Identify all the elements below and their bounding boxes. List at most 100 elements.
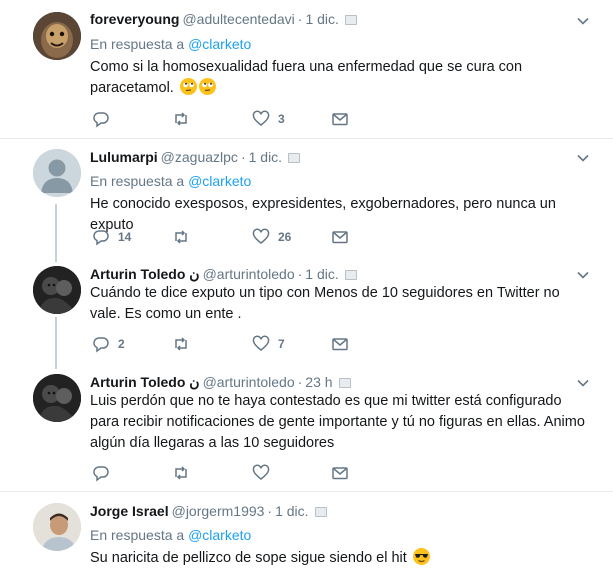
chevron-down-icon[interactable] (576, 14, 590, 28)
retweet-icon (175, 230, 187, 244)
translate-icon (314, 507, 327, 517)
user-handle[interactable]: @arturintoledo (203, 266, 295, 282)
chevron-down-icon[interactable] (576, 376, 590, 390)
message-icon (332, 231, 348, 244)
retweet-button[interactable] (172, 463, 198, 483)
like-count: 3 (278, 112, 285, 126)
direct-message-button[interactable] (331, 109, 349, 129)
like-button[interactable] (252, 463, 278, 483)
avatar[interactable] (33, 503, 81, 551)
tweet-text-content: Su naricita de pellizco de sope sigue si… (90, 550, 407, 566)
separator-dot: · (297, 374, 303, 390)
reply-button[interactable]: 2 (92, 334, 125, 354)
avatar[interactable] (33, 12, 81, 60)
tweet-text: Como si la homosexualidad fuera una enfe… (90, 57, 600, 99)
retweet-button[interactable] (172, 227, 198, 247)
display-name[interactable]: Arturin Toledo ن (90, 374, 200, 390)
reply-context: En respuesta a @clarketo (90, 35, 251, 53)
direct-message-button[interactable] (331, 463, 349, 483)
timestamp[interactable]: 1 dic. (249, 149, 282, 165)
tweet-actions: 2 7 (90, 334, 390, 354)
timestamp[interactable]: 23 h (305, 374, 332, 390)
rolling-eyes-emoji (179, 78, 197, 95)
direct-message-button[interactable] (331, 334, 349, 354)
translate-icon (288, 153, 301, 163)
reply-icon (93, 112, 109, 128)
chevron-down-icon[interactable] (576, 151, 590, 165)
reply-prefix: En respuesta a (90, 36, 185, 52)
display-name[interactable]: Arturin Toledo ن (90, 266, 200, 282)
retweet-icon (175, 337, 187, 351)
display-name[interactable]: Lulumarpi (90, 149, 158, 165)
reply-to-link[interactable]: @clarketo (188, 173, 251, 189)
message-icon (332, 113, 348, 126)
avatar[interactable] (33, 374, 81, 422)
user-handle[interactable]: @adultecentedavi (182, 11, 294, 27)
sunglasses-emoji (412, 548, 430, 565)
avatar[interactable] (33, 266, 81, 314)
reply-to-link[interactable]: @clarketo (188, 527, 251, 543)
like-button[interactable]: 3 (252, 109, 285, 129)
timestamp[interactable]: 1 dic. (305, 266, 338, 282)
reply-count: 2 (118, 337, 125, 351)
tweet-header: Arturin Toledo ن @arturintoledo · 23 h (90, 373, 351, 391)
reply-button[interactable] (92, 463, 118, 483)
tweet-text: Luis perdón que no te haya contestado es… (90, 391, 590, 454)
reply-icon (93, 466, 109, 482)
reply-button[interactable] (92, 109, 118, 129)
translate-icon (344, 15, 357, 25)
retweet-icon (175, 466, 187, 480)
reply-count: 14 (118, 230, 132, 244)
avatar[interactable] (33, 149, 81, 197)
tweet-3: Arturin Toledo ن @arturintoledo · 1 dic. Cu… (0, 259, 613, 369)
separator-dot: · (297, 11, 303, 27)
reply-button[interactable]: 14 (92, 227, 131, 247)
timestamp[interactable]: 1 dic. (305, 11, 338, 27)
chevron-down-icon[interactable] (576, 268, 590, 282)
tweet-actions: 3 (90, 109, 390, 129)
tweet-header: Jorge Israel @jorgerm1993 · 1 dic. (90, 502, 327, 520)
rolling-eyes-emoji (198, 78, 216, 95)
retweet-button[interactable] (172, 334, 198, 354)
tweet-2: Lulumarpi @zaguazlpc · 1 dic. En respuesta … (0, 139, 613, 259)
like-count: 26 (278, 230, 292, 244)
message-icon (332, 338, 348, 351)
tweet-actions: 14 26 (90, 227, 390, 247)
tweet-text: Su naricita de pellizco de sope sigue si… (90, 548, 600, 569)
direct-message-button[interactable] (331, 227, 349, 247)
like-icon (252, 110, 270, 126)
message-icon (332, 467, 348, 480)
like-button[interactable]: 7 (252, 334, 285, 354)
reply-context: En respuesta a @clarketo (90, 172, 251, 190)
reply-icon (93, 230, 109, 246)
reply-to-link[interactable]: @clarketo (188, 36, 251, 52)
timestamp[interactable]: 1 dic. (275, 503, 308, 519)
like-button[interactable]: 26 (252, 227, 291, 247)
tweet-text-content: Como si la homosexualidad fuera una enfe… (90, 59, 523, 96)
reply-icon (93, 337, 109, 353)
translate-icon (338, 378, 351, 388)
tweet-header: foreveryoung @adultecentedavi · 1 dic. (90, 10, 357, 28)
like-icon (252, 228, 270, 244)
tweet-4: Arturin Toledo ن @arturintoledo · 23 h Luis… (0, 369, 613, 491)
tweet-5: Jorge Israel @jorgerm1993 · 1 dic. En respu… (0, 492, 613, 581)
like-icon (252, 464, 270, 480)
reply-context: En respuesta a @clarketo (90, 526, 251, 544)
reply-prefix: En respuesta a (90, 527, 185, 543)
retweet-icon (175, 112, 187, 126)
tweet-header: Arturin Toledo ن @arturintoledo · 1 dic. (90, 265, 357, 283)
user-handle[interactable]: @zaguazlpc (161, 149, 238, 165)
tweet-1: foreveryoung @adultecentedavi · 1 dic. En r… (0, 0, 613, 138)
retweet-button[interactable] (172, 109, 198, 129)
tweet-text: Cuándo te dice exputo un tipo con Menos … (90, 283, 590, 325)
display-name[interactable]: Jorge Israel (90, 503, 169, 519)
translate-icon (344, 270, 357, 280)
user-handle[interactable]: @arturintoledo (203, 374, 295, 390)
user-handle[interactable]: @jorgerm1993 (172, 503, 265, 519)
separator-dot: · (240, 149, 246, 165)
display-name[interactable]: foreveryoung (90, 11, 179, 27)
like-icon (252, 335, 270, 351)
separator-dot: · (267, 503, 273, 519)
reply-prefix: En respuesta a (90, 173, 185, 189)
tweet-text-content: Cuándo te dice exputo un tipo con Menos … (90, 285, 560, 322)
